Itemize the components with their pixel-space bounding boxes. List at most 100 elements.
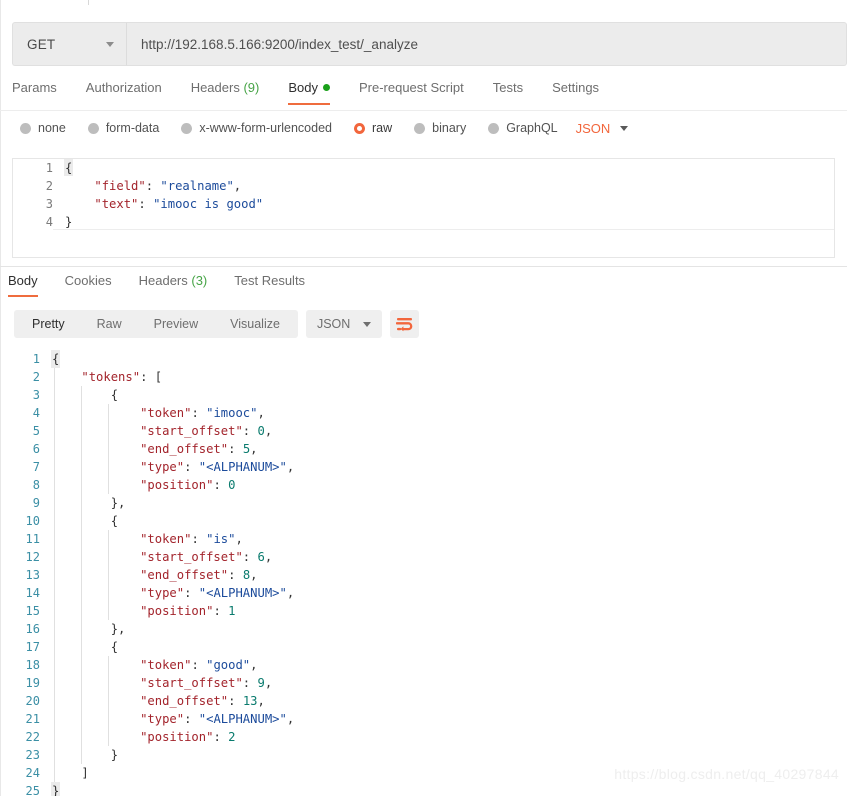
indent-guide	[54, 602, 55, 620]
chevron-down-icon	[363, 321, 372, 327]
line-number: 5	[32, 424, 40, 438]
code-line-content: "end_offset": 8,	[52, 566, 847, 584]
request-tab-params[interactable]: Params	[12, 78, 57, 105]
request-tab-body[interactable]: Body	[288, 78, 330, 105]
code-line: 13 "end_offset": 8,	[0, 566, 847, 584]
line-number: 17	[25, 640, 40, 654]
code-token-punct: :	[138, 197, 154, 211]
code-token-punct: {	[110, 640, 119, 654]
indent-guide	[108, 476, 109, 494]
indent-guide	[81, 512, 82, 530]
code-token-punct: :	[145, 179, 161, 193]
response-tab-test-results[interactable]: Test Results	[234, 273, 305, 297]
code-line: 20 "end_offset": 13,	[0, 692, 847, 710]
body-type-radio-label: GraphQL	[506, 121, 558, 135]
request-tab-pre-request-script[interactable]: Pre-request Script	[359, 78, 464, 105]
indent-guide	[54, 656, 55, 674]
indent-guide	[81, 584, 82, 602]
request-response-splitter[interactable]	[0, 266, 847, 267]
indent-guide	[54, 584, 55, 602]
body-type-radio-label: raw	[372, 121, 393, 135]
code-token-punct: : [	[140, 370, 163, 384]
code-token-punct: },	[110, 622, 126, 636]
code-line-content: "start_offset": 9,	[52, 674, 847, 692]
body-type-radio-none[interactable]: none	[20, 121, 66, 135]
request-tab-headers[interactable]: Headers (9)	[191, 78, 260, 105]
response-tab-label: Test Results	[234, 273, 306, 288]
indent-guide	[54, 566, 55, 584]
response-tab-cookies[interactable]: Cookies	[65, 273, 112, 297]
word-wrap-button[interactable]	[390, 310, 420, 338]
response-format-select[interactable]: JSON	[305, 310, 383, 338]
code-token-num: 1	[228, 604, 236, 618]
line-number: 16	[25, 622, 40, 636]
code-token-key: "end_offset"	[140, 694, 229, 708]
chevron-down-icon	[106, 41, 114, 47]
indent-guide	[81, 404, 82, 422]
body-type-radio-raw[interactable]: raw	[354, 121, 392, 135]
indent-guide	[54, 746, 55, 764]
request-tab-settings[interactable]: Settings	[552, 78, 599, 105]
response-tab-body[interactable]: Body	[8, 273, 38, 297]
body-type-radio-binary[interactable]: binary	[414, 121, 466, 135]
code-token-punct: ,	[264, 676, 273, 690]
indent-guide	[81, 494, 82, 512]
response-body-panel[interactable]: 1{2 "tokens": [3 {4 "token": "imooc", 5 "…	[0, 350, 847, 796]
code-line-content: "type": "<ALPHANUM>",	[52, 710, 847, 728]
line-number: 19	[25, 676, 40, 690]
code-line-content: "start_offset": 0,	[52, 422, 847, 440]
postman-window: GET http://192.168.5.166:9200/index_test…	[0, 0, 847, 796]
indent-guide	[81, 746, 82, 764]
indent-guide	[54, 620, 55, 638]
response-view-pretty[interactable]: Pretty	[16, 310, 81, 338]
response-view-preview[interactable]: Preview	[138, 310, 214, 338]
body-present-indicator-icon	[322, 84, 330, 92]
code-token-punct: {	[110, 388, 119, 402]
code-line: 14 "type": "<ALPHANUM>",	[0, 584, 847, 602]
code-line: 1{	[13, 159, 834, 177]
response-tab-label: Body	[8, 273, 38, 288]
code-line: 19 "start_offset": 9,	[0, 674, 847, 692]
line-number: 12	[25, 550, 40, 564]
http-method-select[interactable]: GET	[12, 22, 127, 66]
indent-guide	[81, 476, 82, 494]
code-token-punct: :	[191, 658, 207, 672]
request-tab-authorization[interactable]: Authorization	[86, 78, 162, 105]
indent-guide	[81, 674, 82, 692]
code-line: 4 "token": "imooc",	[0, 404, 847, 422]
line-number: 13	[25, 568, 40, 582]
request-body-editor[interactable]: 1{2 "field": "realname", 3 "text": "imooc…	[12, 158, 835, 258]
request-format-select[interactable]: JSON	[576, 121, 629, 136]
indent-guide	[108, 674, 109, 692]
response-tab-headers[interactable]: Headers (3)	[139, 273, 208, 297]
body-type-radio-form-data[interactable]: form-data	[87, 121, 159, 135]
response-view-raw[interactable]: Raw	[81, 310, 138, 338]
indent-guide	[81, 566, 82, 584]
indent-guide	[81, 620, 82, 638]
response-view-visualize[interactable]: Visualize	[214, 310, 296, 338]
cursor-highlight	[51, 350, 60, 368]
code-line: 15 "position": 1	[0, 602, 847, 620]
line-number: 11	[25, 532, 40, 546]
code-line: 12 "start_offset": 6,	[0, 548, 847, 566]
radio-button-icon	[354, 122, 365, 134]
request-tab-count: (9)	[239, 80, 260, 95]
code-token-str: "<ALPHANUM>"	[198, 586, 287, 600]
code-line: 3 "text": "imooc is good"	[13, 195, 834, 213]
response-format-label: JSON	[316, 317, 351, 331]
indent-guide	[54, 476, 55, 494]
url-input[interactable]: http://192.168.5.166:9200/index_test/_an…	[127, 22, 847, 66]
line-number: 15	[25, 604, 40, 618]
code-token-key: "type"	[140, 586, 185, 600]
radio-button-icon	[181, 122, 193, 134]
code-token-punct: ,	[286, 460, 295, 474]
request-tab-tests[interactable]: Tests	[493, 78, 523, 105]
indent-guide	[81, 548, 82, 566]
body-type-radio-x-www-form-urlencoded[interactable]: x-www-form-urlencoded	[181, 121, 332, 135]
body-type-radio-graphql[interactable]: GraphQL	[488, 121, 558, 135]
code-token-key: "token"	[140, 658, 192, 672]
code-token-key: "token"	[140, 406, 192, 420]
